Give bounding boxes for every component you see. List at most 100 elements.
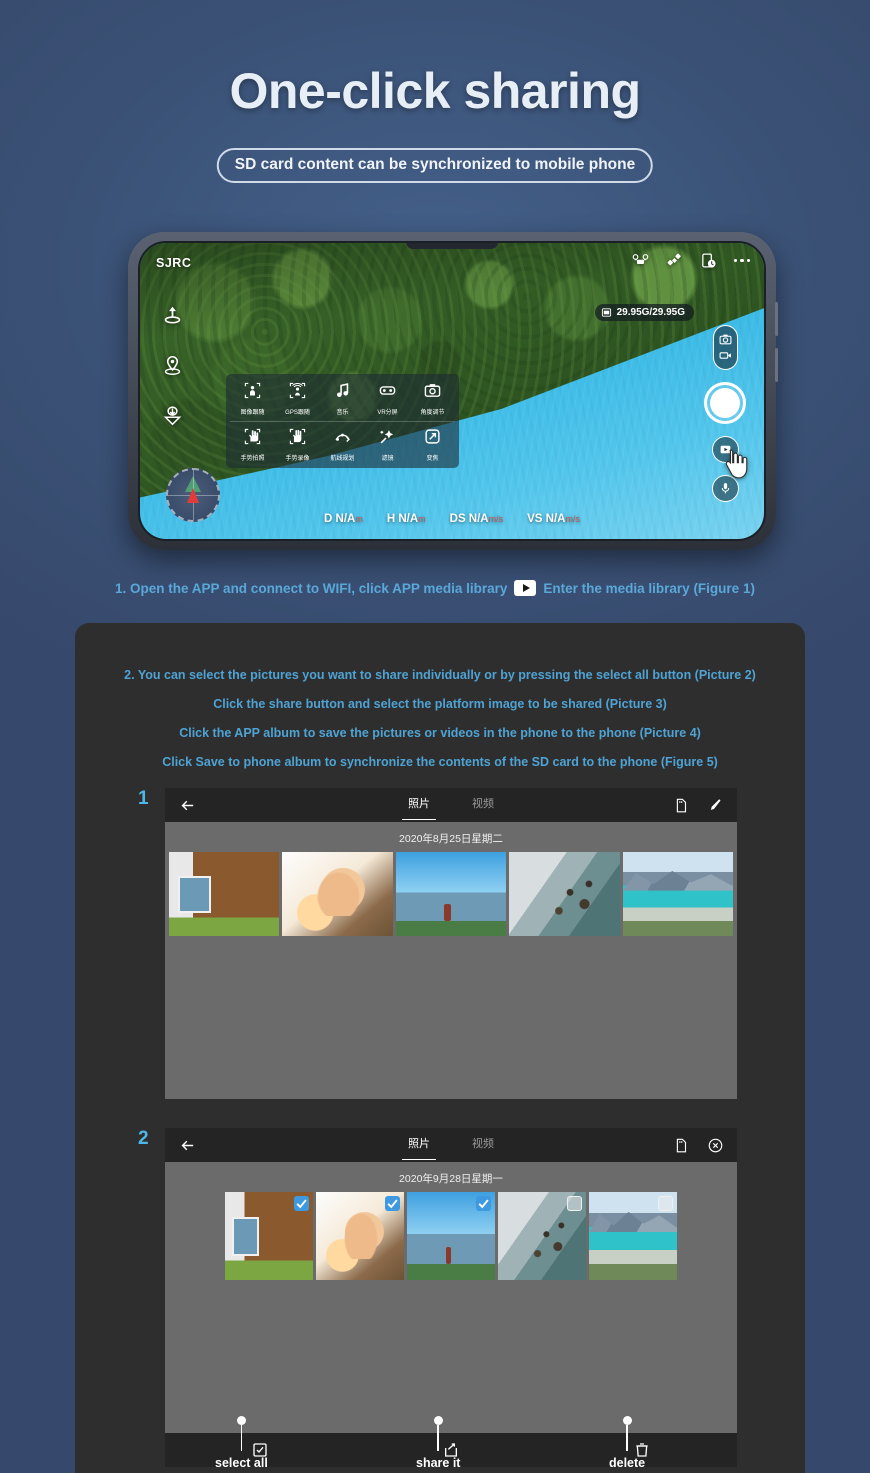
step-1-text-after: Enter the media library (Figure 1) [543, 580, 755, 596]
menu-item-gesture-photo[interactable]: 手势拍照 [230, 428, 275, 462]
gallery-thumbnail[interactable] [509, 852, 620, 936]
gallery-thumbnail[interactable] [498, 1192, 586, 1280]
gallery-date-header: 2020年8月25日星期二 [399, 833, 503, 845]
step-1-text-before: 1. Open the APP and connect to WIFI, cli… [115, 580, 508, 596]
phone-notch [406, 243, 498, 249]
menu-item-label: 滤镜 [381, 456, 394, 462]
menu-item-label: GPS跟随 [285, 410, 310, 416]
more-dots-icon[interactable] [733, 258, 750, 263]
gallery-date-header: 2020年9月28日星期一 [399, 1173, 503, 1185]
close-circle-icon[interactable] [708, 1138, 723, 1153]
callout-select-all: select all [215, 1416, 268, 1470]
sd-card-icon[interactable] [673, 1138, 688, 1153]
menu-item-label: 手势录像 [285, 456, 310, 462]
radar-heading-arrow [187, 487, 199, 503]
location-pin-icon[interactable] [162, 355, 183, 376]
menu-item-music[interactable]: 音乐 [320, 382, 365, 416]
page-title: One-click sharing [229, 63, 641, 119]
menu-item-label: 图像跟随 [240, 410, 265, 416]
callout-dot [433, 1416, 443, 1425]
storage-indicator: 29.95G/29.95G [594, 304, 694, 321]
callout-label: delete [609, 1456, 646, 1470]
edit-pencil-icon[interactable] [708, 798, 723, 813]
callout-label: select all [215, 1456, 268, 1470]
tab-photos[interactable]: 照片 [402, 1135, 436, 1160]
gesture-photo-icon [244, 428, 261, 445]
menu-item-route-plan[interactable]: 航线规划 [320, 428, 365, 462]
gallery-tabs: 照片 视频 [165, 1135, 737, 1160]
menu-item-label: 角度调节 [420, 410, 445, 416]
back-arrow-icon[interactable] [179, 1137, 196, 1154]
satellite-icon[interactable] [666, 252, 683, 269]
menu-item-gesture-video[interactable]: 手势录像 [275, 428, 320, 462]
gallery-thumbnail[interactable] [395, 852, 507, 936]
phone-topbar [632, 252, 750, 269]
menu-item-angle-adjust[interactable]: 角度调节 [410, 382, 455, 416]
tab-videos[interactable]: 视频 [472, 1135, 494, 1155]
gallery-tabs: 照片 视频 [165, 795, 737, 820]
instructions-panel: 2. You can select the pictures you want … [75, 623, 805, 1473]
tab-photos[interactable]: 照片 [402, 795, 436, 820]
menu-row-top: 图像跟随 GPS跟随 音乐 VR分屏 角度调节 [230, 382, 455, 416]
gallery-thumbnail[interactable] [622, 852, 734, 936]
drone-feature-menu: 图像跟随 GPS跟随 音乐 VR分屏 角度调节 手势拍照 手势录像 航线规划 滤… [226, 374, 459, 468]
photo-mode-icon[interactable] [719, 333, 732, 346]
sd-card-icon [601, 308, 611, 317]
callout-line [240, 1425, 243, 1451]
gesture-video-icon [289, 428, 306, 445]
route-plan-icon [335, 433, 350, 442]
capture-mode-toggle[interactable] [712, 325, 738, 370]
brand-logo: SJRC [156, 256, 192, 270]
phone-mockup: SJRC 29.95G/29.95G 图像跟随 GPS跟随 音乐 VR分屏 角度… [128, 232, 778, 550]
tab-videos[interactable]: 视频 [472, 795, 494, 815]
gallery-topbar: 照片 视频 [165, 788, 737, 822]
menu-item-zoom[interactable]: 变焦 [410, 428, 455, 462]
callout-line [437, 1425, 439, 1451]
thumbnail-checkbox-checked[interactable] [476, 1196, 491, 1211]
media-library-button[interactable] [711, 436, 747, 479]
callout-delete: delete [609, 1416, 645, 1470]
gallery-thumbnail[interactable] [169, 852, 280, 936]
callout-dot [622, 1416, 632, 1425]
thumbnail-checkbox-checked[interactable] [385, 1196, 400, 1211]
gallery-thumbnail[interactable] [589, 1192, 677, 1280]
back-arrow-icon[interactable] [179, 797, 196, 814]
menu-item-filter[interactable]: 滤镜 [365, 428, 410, 462]
filter-icon [380, 430, 394, 444]
microphone-icon [721, 483, 729, 494]
battery-time-icon[interactable] [700, 252, 717, 269]
gallery-thumbnail[interactable] [316, 1192, 404, 1280]
vr-split-icon [379, 386, 396, 395]
menu-item-image-follow[interactable]: 图像跟随 [230, 382, 275, 416]
step-3-line: Click the share button and select the pl… [213, 697, 667, 711]
telemetry-bar: D N/Am H N/Am DS N/Am/s VS N/Am/s [140, 513, 764, 525]
menu-item-label: 手势拍照 [240, 456, 265, 462]
menu-item-label: 航线规划 [330, 456, 355, 462]
gallery-thumbnail[interactable] [282, 852, 393, 936]
step-5-line: Click Save to phone album to synchronize… [162, 755, 718, 769]
sd-card-icon[interactable] [673, 798, 688, 813]
thumbnail-checkbox-unchecked[interactable] [658, 1196, 673, 1211]
shutter-button[interactable] [704, 382, 746, 424]
zoom-icon [425, 429, 440, 444]
step-1-instruction: 1. Open the APP and connect to WIFI, cli… [0, 580, 870, 596]
menu-item-label: 变焦 [426, 456, 439, 462]
gallery-topbar-actions [673, 1138, 723, 1153]
callout-line [626, 1425, 628, 1451]
thumbnail-checkbox-unchecked[interactable] [567, 1196, 582, 1211]
video-mode-icon[interactable] [719, 349, 732, 362]
menu-item-gps-follow[interactable]: GPS跟随 [275, 382, 320, 416]
hand-pointer-icon [725, 449, 747, 479]
play-button-icon [514, 580, 537, 596]
step-2-line: 2. You can select the pictures you want … [124, 668, 756, 682]
gallery-thumbnail[interactable] [407, 1192, 495, 1280]
takeoff-icon[interactable] [162, 305, 183, 326]
telemetry-distance: D N/Am [324, 513, 363, 525]
thumbnail-checkbox-checked[interactable] [294, 1196, 309, 1211]
landing-icon[interactable] [162, 405, 183, 426]
drone-icon[interactable] [632, 252, 649, 269]
gallery-thumbnail[interactable] [225, 1192, 313, 1280]
storage-value: 29.95G/29.95G [616, 307, 685, 318]
menu-item-vr-split[interactable]: VR分屏 [365, 382, 410, 416]
gallery-thumbnail-row [165, 1192, 737, 1280]
